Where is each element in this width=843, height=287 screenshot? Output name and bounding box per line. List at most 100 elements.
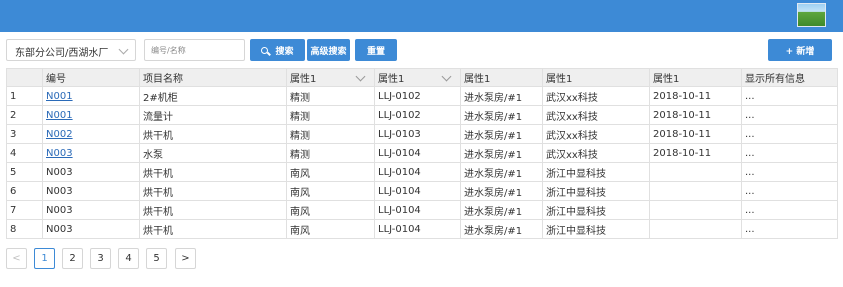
table-row[interactable]: 8 N003 烘干机 南风 LLJ-0104 进水泵房/#1 浙江中显科技... xyxy=(6,219,838,239)
table-header-row: 编号 项目名称 属性1 属性1 属性1 属性1 属性1 显示所有信息 xyxy=(6,68,838,87)
cell-text: ... xyxy=(745,166,755,178)
table-row[interactable]: 2 N001 流量计 精测 LLJ-0102 进水泵房/#1 武汉xx科技 2018-10-1… xyxy=(6,105,838,125)
cell-text: 浙江中显科技 xyxy=(546,187,606,199)
column-header: 属性1 xyxy=(649,68,742,87)
add-button[interactable]: + 新增 xyxy=(768,39,832,61)
table-cell: ... xyxy=(741,162,838,182)
table-row[interactable]: 1 N001 2#机柜 精测 LLJ-0102 进水泵房/#1 武汉xx科技 2018-10-… xyxy=(6,86,838,106)
table-row[interactable]: 3 N002 烘干机 精测 LLJ-0103 进水泵房/#1 武汉xx科技 2018-10-1… xyxy=(6,124,838,144)
cell-text: 3 xyxy=(10,128,17,140)
cell-text: 武汉xx科技 xyxy=(546,130,598,142)
cell-text: LLJ-0102 xyxy=(378,90,421,102)
table-cell: N002 xyxy=(42,124,140,144)
table-cell: 进水泵房/#1 xyxy=(460,219,543,239)
column-header-label: 属性1 xyxy=(378,74,405,85)
table-cell: ... xyxy=(741,219,838,239)
cell-text: ... xyxy=(745,204,755,216)
cell-text: 烘干机 xyxy=(143,206,173,218)
cell-text: 精测 xyxy=(290,111,310,123)
table-row[interactable]: 7 N003 烘干机 南风 LLJ-0104 进水泵房/#1 浙江中显科技... xyxy=(6,200,838,220)
cell-text: 5 xyxy=(10,166,17,178)
table-cell: N003 xyxy=(42,162,140,182)
cell-text: 流量计 xyxy=(143,111,173,123)
table-cell: N001 xyxy=(42,105,140,125)
table-cell: 8 xyxy=(6,219,43,239)
table-cell: LLJ-0103 xyxy=(374,124,461,144)
table-cell: 烘干机 xyxy=(139,200,287,220)
cell-text: 2018-10-11 xyxy=(653,90,712,102)
reset-button[interactable]: 重置 xyxy=(355,39,397,61)
page-button-1[interactable]: 1 xyxy=(34,248,55,269)
table-cell: 武汉xx科技 xyxy=(542,86,650,106)
table-row[interactable]: 4 N003 水泵 精测 LLJ-0104 进水泵房/#1 武汉xx科技 2018-10-11… xyxy=(6,143,838,163)
column-header: 编号 xyxy=(42,68,140,87)
column-header[interactable]: 属性1 xyxy=(286,68,375,87)
table-cell: 进水泵房/#1 xyxy=(460,124,543,144)
table-cell: 进水泵房/#1 xyxy=(460,181,543,201)
table-cell: ... xyxy=(741,200,838,220)
cell-text: 2 xyxy=(10,109,17,121)
cell-text: 进水泵房/#1 xyxy=(464,111,523,123)
cell-text: 精测 xyxy=(290,92,310,104)
page-button-5[interactable]: 5 xyxy=(146,248,167,269)
table-cell: ... xyxy=(741,105,838,125)
cell-text: 进水泵房/#1 xyxy=(464,187,523,199)
organization-select[interactable]: 东部分公司/西湖水厂 xyxy=(6,39,136,61)
landscape-avatar-icon[interactable] xyxy=(797,3,826,27)
table-cell: LLJ-0104 xyxy=(374,162,461,182)
table-cell: N003 xyxy=(42,143,140,163)
column-header-label: 属性1 xyxy=(653,74,680,85)
cell-text: 8 xyxy=(10,223,17,235)
table-cell: 进水泵房/#1 xyxy=(460,143,543,163)
table-cell: 烘干机 xyxy=(139,219,287,239)
table-cell: 水泵 xyxy=(139,143,287,163)
prev-page-button[interactable]: < xyxy=(6,248,27,269)
search-icon xyxy=(261,46,269,54)
cell-text: 进水泵房/#1 xyxy=(464,92,523,104)
cell-text: 烘干机 xyxy=(143,168,173,180)
item-code-link[interactable]: N002 xyxy=(46,129,73,140)
cell-text: 进水泵房/#1 xyxy=(464,225,523,237)
page-button-4[interactable]: 4 xyxy=(118,248,139,269)
advanced-search-button[interactable]: 高级搜索 xyxy=(307,39,350,61)
cell-text: 2018-10-11 xyxy=(653,128,712,140)
table-cell xyxy=(649,219,742,239)
table-cell: 4 xyxy=(6,143,43,163)
table-cell: 进水泵房/#1 xyxy=(460,162,543,182)
table-cell: 精测 xyxy=(286,105,375,125)
table-row[interactable]: 5 N003 烘干机 南风 LLJ-0104 进水泵房/#1 浙江中显科技... xyxy=(6,162,838,182)
table-cell: 烘干机 xyxy=(139,181,287,201)
column-header-label: 显示所有信息 xyxy=(745,74,805,85)
table-cell: ... xyxy=(741,181,838,201)
cell-text: N003 xyxy=(46,204,73,216)
table-cell: 7 xyxy=(6,200,43,220)
page-button-3[interactable]: 3 xyxy=(90,248,111,269)
column-header-label: 属性1 xyxy=(464,74,491,85)
cell-text: LLJ-0104 xyxy=(378,223,421,235)
search-button[interactable]: 搜索 xyxy=(250,39,305,61)
page-button-2[interactable]: 2 xyxy=(62,248,83,269)
column-header[interactable]: 属性1 xyxy=(374,68,461,87)
table-cell: 南风 xyxy=(286,162,375,182)
table-cell: 精测 xyxy=(286,143,375,163)
chevron-down-icon xyxy=(118,44,129,55)
table-cell: ... xyxy=(741,143,838,163)
cell-text: ... xyxy=(745,90,755,102)
table-cell: LLJ-0104 xyxy=(374,200,461,220)
table-cell: 浙江中显科技 xyxy=(542,162,650,182)
cell-text: ... xyxy=(745,109,755,121)
table-cell: 进水泵房/#1 xyxy=(460,200,543,220)
item-code-link[interactable]: N001 xyxy=(46,110,73,121)
next-page-button[interactable]: > xyxy=(175,248,196,269)
search-input[interactable] xyxy=(144,39,245,61)
cell-text: 进水泵房/#1 xyxy=(464,206,523,218)
table-cell: 2018-10-11 xyxy=(649,86,742,106)
table-cell: 武汉xx科技 xyxy=(542,124,650,144)
table-cell xyxy=(649,181,742,201)
table-cell: N003 xyxy=(42,200,140,220)
table-cell xyxy=(649,200,742,220)
column-header-label: 属性1 xyxy=(546,74,573,85)
table-row[interactable]: 6 N003 烘干机 南风 LLJ-0104 进水泵房/#1 浙江中显科技... xyxy=(6,181,838,201)
item-code-link[interactable]: N003 xyxy=(46,148,73,159)
item-code-link[interactable]: N001 xyxy=(46,91,73,102)
